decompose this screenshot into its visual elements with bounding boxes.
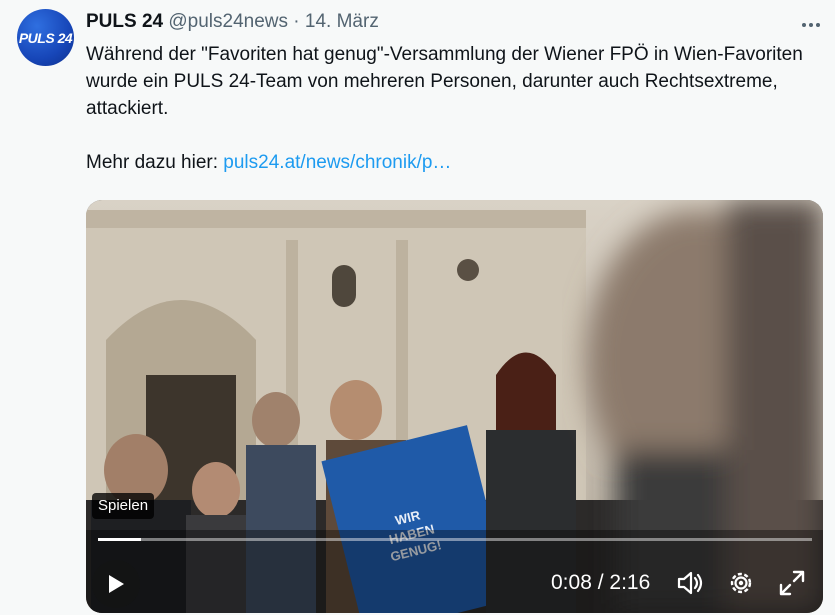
- settings-button[interactable]: [726, 568, 756, 603]
- play-button[interactable]: [92, 560, 140, 608]
- volume-button[interactable]: [675, 568, 705, 603]
- account-name[interactable]: PULS 24: [86, 11, 163, 32]
- play-tooltip: Spielen: [92, 493, 155, 519]
- meta-separator: ·: [293, 11, 300, 32]
- more-icon[interactable]: [801, 12, 821, 33]
- volume-icon: [677, 571, 703, 595]
- account-handle[interactable]: @puls24news: [168, 11, 288, 32]
- tweet-header: PULS 24 @puls24news · 14. März: [86, 10, 379, 34]
- time-total: 2:16: [609, 571, 651, 594]
- play-icon: [109, 575, 124, 593]
- avatar[interactable]: PULS 24: [17, 9, 74, 66]
- tweet-text-main: Während der "Favoriten hat genug"-Versam…: [86, 44, 803, 119]
- avatar-label: PULS 24: [18, 29, 73, 46]
- video-progress-bar[interactable]: [98, 538, 812, 541]
- time-separator: /: [591, 571, 610, 594]
- more-prefix: Mehr dazu hier:: [86, 152, 224, 173]
- settings-icon: [730, 572, 752, 594]
- fullscreen-button[interactable]: [777, 568, 807, 603]
- fullscreen-icon: [779, 570, 805, 596]
- article-link[interactable]: puls24.at/news/chronik/p…: [223, 152, 451, 173]
- video-time: 0:08 / 2:16: [551, 571, 650, 595]
- tweet-date[interactable]: 14. März: [305, 11, 379, 32]
- video-progress-fill: [98, 538, 141, 541]
- time-current: 0:08: [551, 571, 592, 594]
- tweet-text: Während der "Favoriten hat genug"-Versam…: [86, 41, 821, 176]
- video-frame: WIRHABENGENUG!: [86, 200, 823, 613]
- tweet-text-more: Mehr dazu hier: puls24.at/news/chronik/p…: [86, 149, 821, 176]
- video-player[interactable]: WIRHABENGENUG!: [86, 200, 823, 613]
